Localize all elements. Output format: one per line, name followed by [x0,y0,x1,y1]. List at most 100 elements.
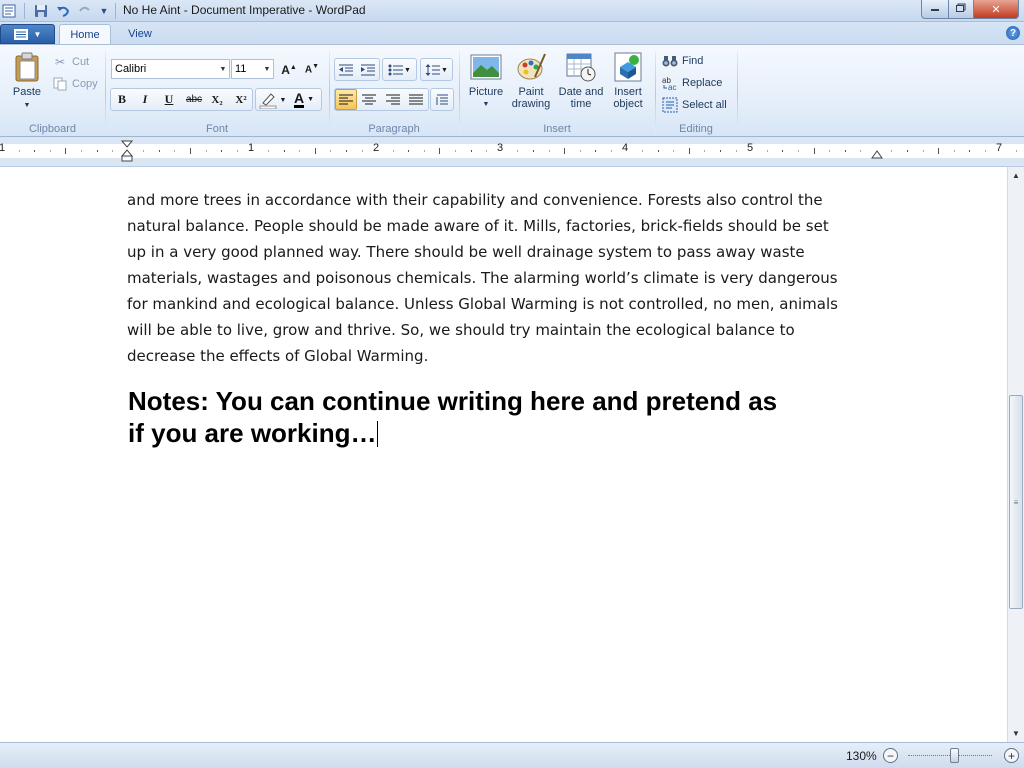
decrease-indent-button[interactable] [335,59,357,80]
date-time-button[interactable]: Date and time [556,51,606,110]
close-button[interactable]: ✕ [973,0,1019,19]
zoom-slider-thumb[interactable] [950,748,959,763]
line-spacing-button[interactable]: ▼ [421,59,452,80]
redo-icon[interactable] [77,3,93,19]
ruler[interactable]: 1 1 2 3 4 5 7 [0,137,1024,167]
paint-drawing-label-1: Paint [518,86,544,98]
line-spacing-icon [425,63,441,76]
align-center-icon [362,94,376,104]
decrease-indent-icon [339,64,353,75]
minimize-icon [930,3,940,15]
chevron-down-icon: ▼ [404,65,411,74]
insert-object-label-1: Insert [614,86,642,98]
qat-separator [24,3,25,19]
scroll-up-button[interactable]: ▲ [1008,167,1024,184]
font-color-icon: A [293,90,305,108]
insert-object-button[interactable]: Insert object [606,51,650,110]
wordpad-app-icon[interactable] [1,3,17,19]
justify-icon [409,94,423,104]
bold-button[interactable]: B [111,89,133,110]
calendar-clock-icon [566,53,596,82]
text-cursor [376,421,378,447]
chevron-up-icon: ▲ [1012,171,1020,180]
undo-icon[interactable] [55,3,71,19]
scroll-down-button[interactable]: ▼ [1008,725,1024,742]
scroll-thumb[interactable]: ≡ [1009,395,1023,609]
help-icon[interactable]: ? [1006,26,1020,40]
highlight-color-button[interactable]: ▼ [257,89,287,110]
align-right-button[interactable] [382,89,404,110]
title-bar: ▼ No He Aint - Document Imperative - Wor… [0,0,1024,22]
minimize-button[interactable] [921,0,949,19]
ruler-ticks [19,148,1017,154]
subscript-button[interactable]: X₂ [206,89,228,110]
strikethrough-button[interactable]: abc [183,89,205,110]
close-icon: ✕ [991,3,1001,16]
find-button[interactable]: Find [662,51,703,71]
paint-drawing-button[interactable]: Paint drawing [508,51,554,110]
body-line: and more trees in accordance with their … [127,191,823,209]
zoom-in-button[interactable]: + [1004,748,1019,763]
group-separator [655,51,656,133]
align-left-button[interactable] [335,89,357,110]
justify-button[interactable] [405,89,427,110]
underline-button[interactable]: U [158,89,180,110]
application-menu-button[interactable]: ▼ [0,24,55,44]
insert-object-label-2: object [613,98,643,110]
ribbon-tab-strip: ▼ Home View ? [0,22,1024,44]
customize-qat-icon[interactable]: ▼ [96,3,112,19]
cut-button[interactable]: ✂ Cut [52,52,89,72]
copy-label: Copy [72,78,98,90]
date-time-label-1: Date and [558,86,604,98]
paint-palette-icon [517,53,546,80]
scissors-icon: ✂ [54,55,66,69]
align-center-button[interactable] [358,89,380,110]
body-line: decrease the effects of Global Warming. [127,347,429,365]
font-color-button[interactable]: A ▼ [289,89,319,110]
italic-button[interactable]: I [134,89,156,110]
zoom-out-button[interactable]: − [883,748,898,763]
save-icon[interactable] [33,3,49,19]
document-area[interactable]: and more trees in accordance with their … [0,167,1007,742]
align-left-icon [339,94,353,104]
binoculars-icon [662,53,678,69]
select-all-button[interactable]: Select all [662,95,727,115]
replace-button[interactable]: ab ac Replace [662,73,722,93]
replace-icon: ab ac [662,75,678,91]
chevron-down-icon: ▼ [23,102,31,109]
paste-button[interactable]: Paste ▼ [8,51,46,112]
chevron-down-icon: ▼ [279,95,287,104]
copy-button[interactable]: Copy [52,74,98,94]
shrink-font-icon: A▼ [304,63,320,76]
editing-group-label: Editing [679,123,713,135]
cut-label: Cut [72,56,90,68]
picture-icon [470,54,502,80]
chevron-down-icon: ▼ [441,65,448,74]
insert-group-label: Insert [543,123,571,135]
window-title: No He Aint - Document Imperative - WordP… [123,3,366,17]
group-separator [459,51,460,133]
paragraph-dialog-button[interactable] [431,89,453,110]
copy-icon [52,76,68,92]
plus-icon: + [1007,748,1015,763]
chevron-down-icon: ▼ [33,29,42,39]
maximize-button[interactable] [948,0,974,19]
document-body: and more trees in accordance with their … [127,187,867,369]
notes-line: if you are working… [128,418,377,448]
shrink-font-button[interactable]: A▼ [301,59,323,80]
superscript-button[interactable]: X² [230,89,252,110]
font-family-select[interactable]: Calibri ▼ [111,59,230,79]
body-line: for mankind and ecological balance. Unle… [127,295,838,313]
vertical-scrollbar[interactable]: ▲ ≡ ▼ [1007,167,1024,742]
font-size-select[interactable]: 11 ▼ [231,59,274,79]
tab-home[interactable]: Home [59,24,111,44]
font-family-value: Calibri [115,63,147,75]
tab-view[interactable]: View [117,24,163,44]
highlighter-icon [259,92,277,109]
body-line: natural balance. People should be made a… [127,217,829,235]
insert-picture-button[interactable]: Picture ▼ [464,51,508,111]
grow-font-button[interactable]: A▲ [278,59,300,80]
bullet-list-button[interactable]: ▼ [383,59,416,80]
increase-indent-button[interactable] [357,59,379,80]
grow-font-icon: A▲ [281,62,297,77]
